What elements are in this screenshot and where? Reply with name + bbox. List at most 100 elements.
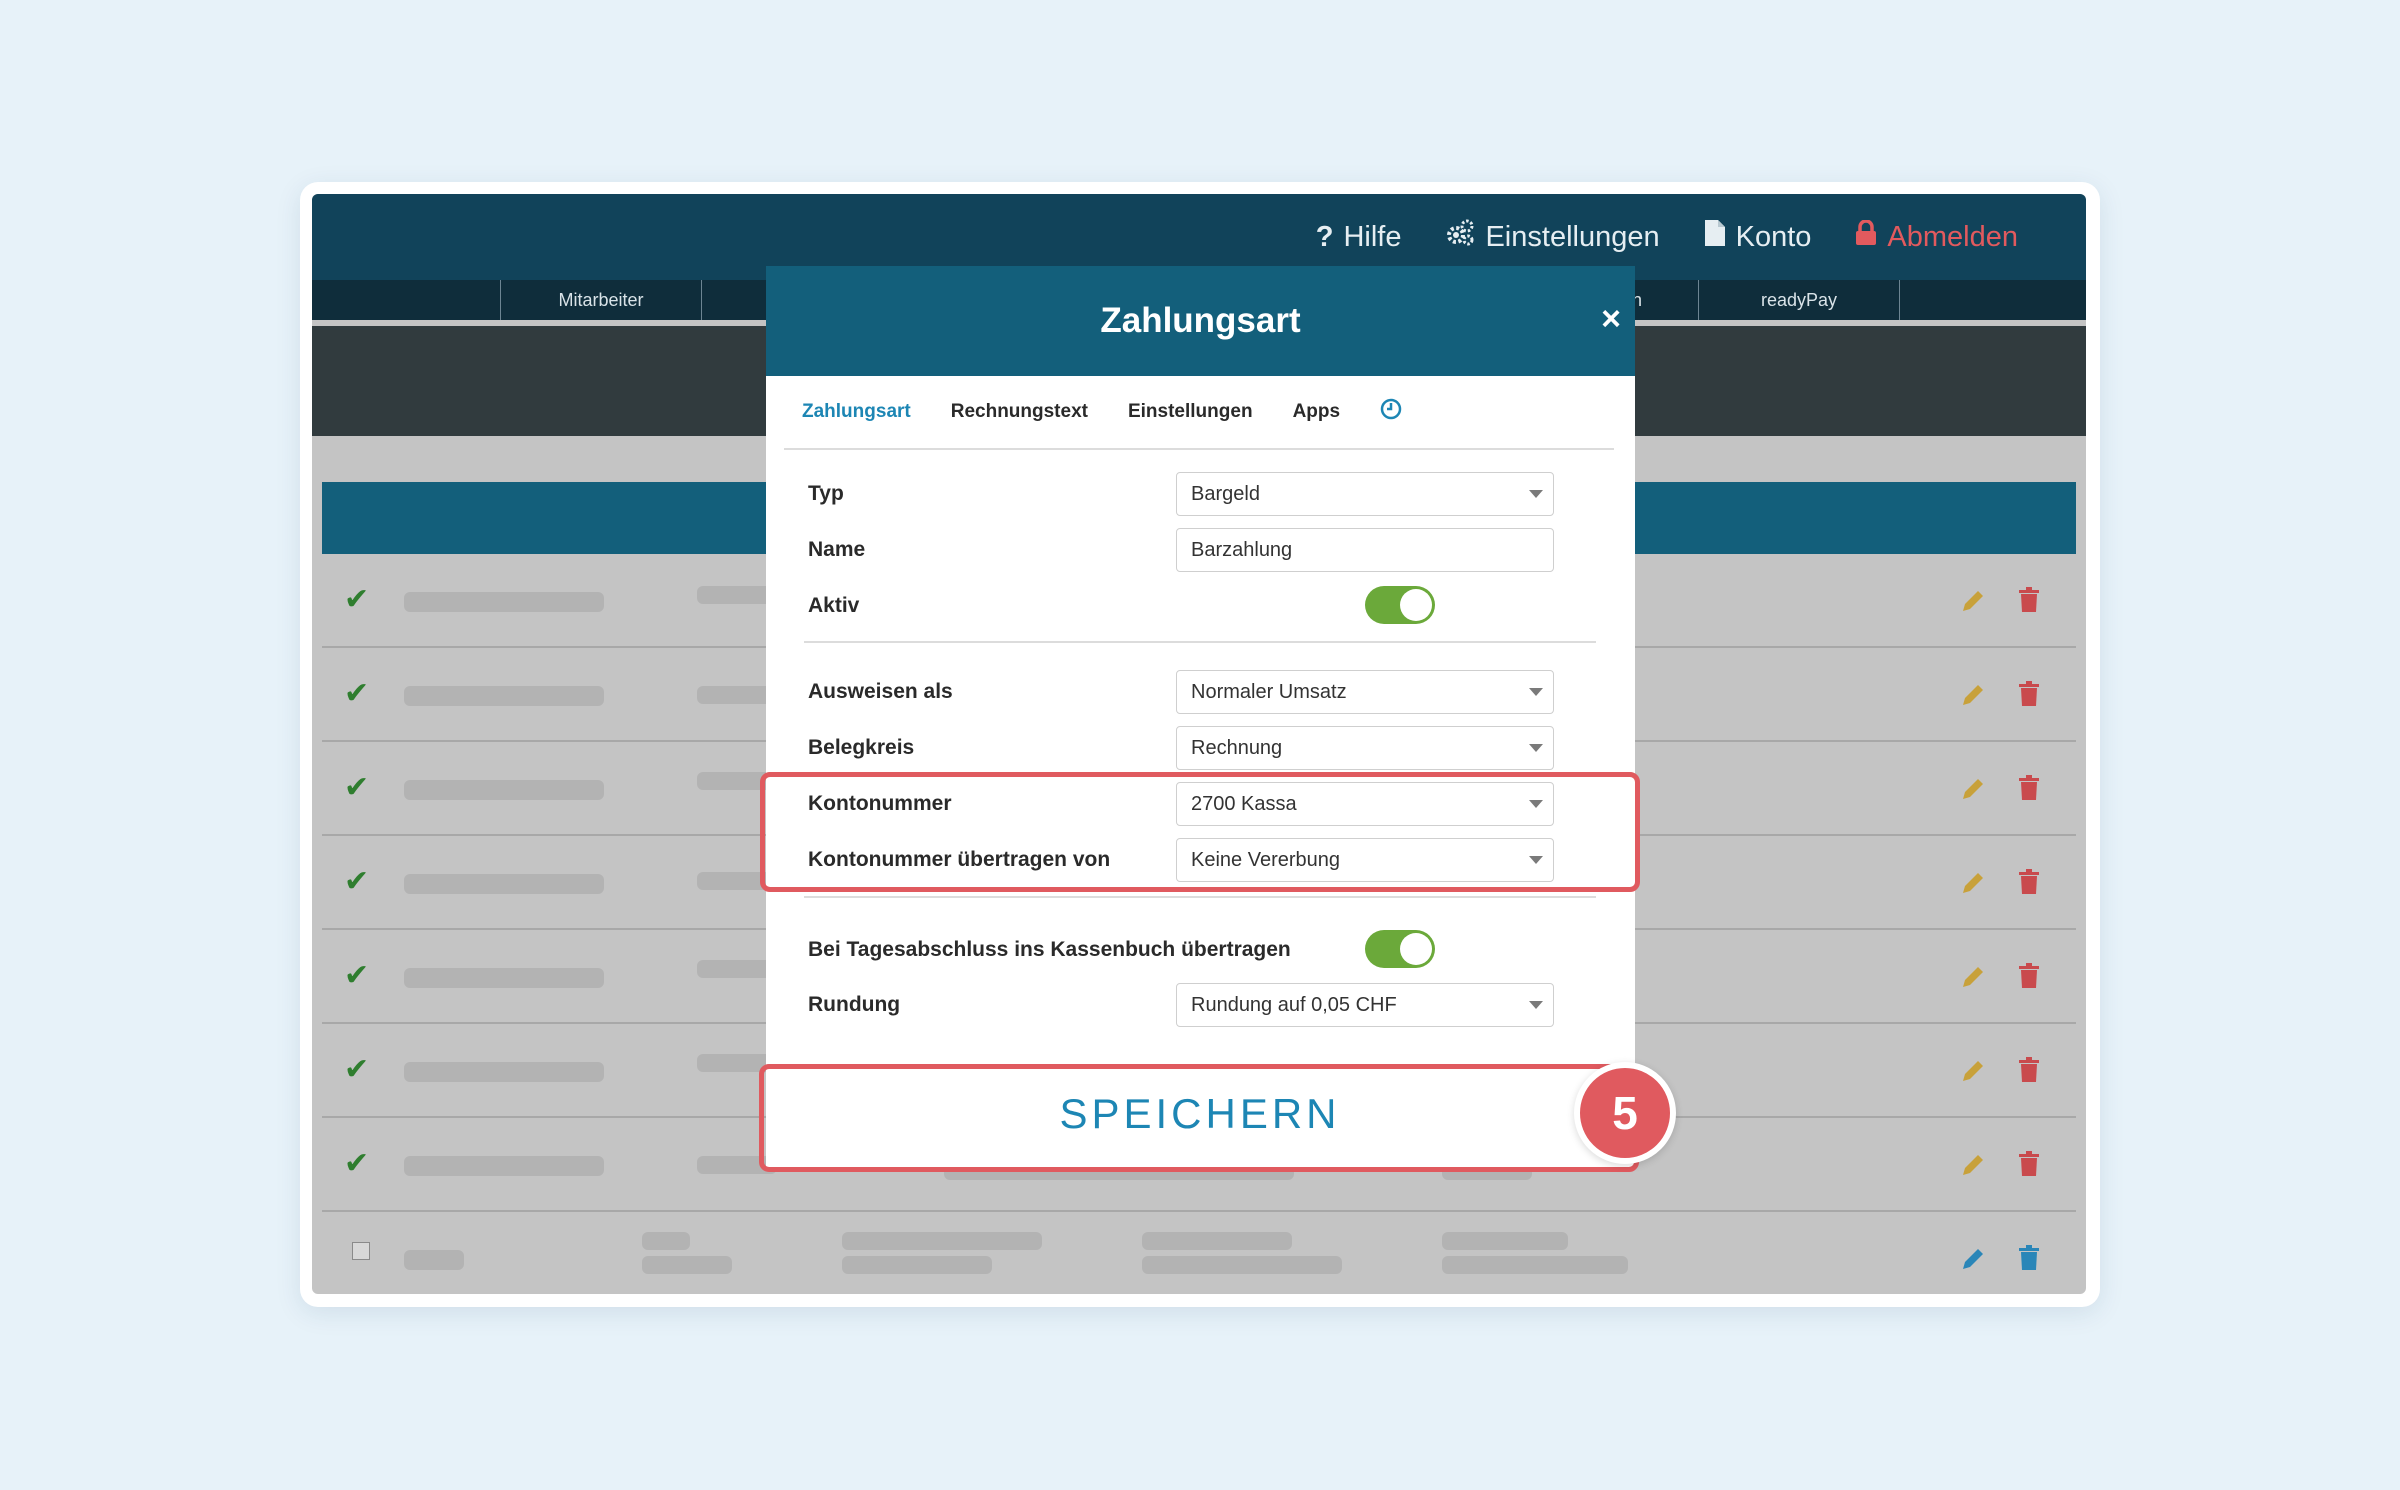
- chevron-down-icon: [1529, 744, 1543, 752]
- check-icon: ✔: [344, 959, 370, 992]
- field-rundung: Rundung Rundung auf 0,05 CHF: [808, 983, 1558, 1027]
- placeholder-text: [697, 960, 777, 978]
- name-input[interactable]: Barzahlung: [1176, 528, 1554, 572]
- step-badge: 5: [1574, 1062, 1676, 1164]
- pencil-icon[interactable]: [1960, 870, 1986, 896]
- pencil-icon[interactable]: [1960, 682, 1986, 708]
- trash-icon[interactable]: [2018, 587, 2040, 613]
- placeholder-text: [1442, 1256, 1628, 1274]
- rundung-label: Rundung: [808, 993, 901, 1016]
- pencil-icon[interactable]: [1960, 588, 1986, 614]
- dialog-header: Zahlungsart ×: [766, 266, 1635, 376]
- dialog-tabs: Zahlungsart Rechnungstext Einstellungen …: [784, 376, 1614, 450]
- belegkreis-value: Rechnung: [1191, 737, 1283, 759]
- placeholder-text: [404, 592, 604, 612]
- nav-settings-label: Einstellungen: [1485, 220, 1660, 253]
- chevron-down-icon: [1529, 688, 1543, 696]
- document-icon: [1704, 219, 1726, 255]
- rundung-value: Rundung auf 0,05 CHF: [1191, 994, 1397, 1016]
- ausweisen-select[interactable]: Normaler Umsatz: [1176, 670, 1554, 714]
- toggle-knob: [1400, 589, 1432, 621]
- nav-account-label: Konto: [1735, 220, 1812, 253]
- check-icon: ✔: [344, 677, 370, 710]
- check-icon: ✔: [344, 865, 370, 898]
- nav-account[interactable]: Konto: [1704, 219, 1812, 255]
- lock-icon: [1855, 219, 1877, 254]
- table-row[interactable]: [322, 1212, 2076, 1294]
- placeholder-text: [404, 1062, 604, 1082]
- nav-help[interactable]: ? Hilfe: [1316, 221, 1402, 254]
- aktiv-toggle[interactable]: [1365, 586, 1435, 624]
- placeholder-text: [1142, 1232, 1292, 1250]
- pencil-icon[interactable]: [1960, 1058, 1986, 1084]
- nav-settings[interactable]: Einstellungen: [1445, 218, 1660, 256]
- tab-zahlungsart[interactable]: Zahlungsart: [802, 401, 911, 423]
- placeholder-text: [404, 874, 604, 894]
- payment-type-dialog: Zahlungsart × Zahlungsart Rechnungstext …: [766, 266, 1635, 1166]
- trash-icon[interactable]: [2018, 1151, 2040, 1177]
- highlight-save-button: [759, 1064, 1639, 1172]
- divider: [804, 896, 1596, 898]
- belegkreis-select[interactable]: Rechnung: [1176, 726, 1554, 770]
- placeholder-text: [1142, 1256, 1342, 1274]
- field-ausweisen: Ausweisen als Normaler Umsatz: [808, 670, 1558, 714]
- typ-select[interactable]: Bargeld: [1176, 472, 1554, 516]
- trash-icon[interactable]: [2018, 681, 2040, 707]
- dialog-title: Zahlungsart: [1100, 301, 1301, 340]
- placeholder-text: [1442, 1232, 1568, 1250]
- name-label: Name: [808, 538, 866, 561]
- menu-tab-employees[interactable]: Mitarbeiter: [500, 280, 702, 320]
- field-belegkreis: Belegkreis Rechnung: [808, 726, 1558, 770]
- typ-value: Bargeld: [1191, 483, 1260, 505]
- chevron-down-icon: [1529, 1001, 1543, 1009]
- rundung-select[interactable]: Rundung auf 0,05 CHF: [1176, 983, 1554, 1027]
- field-aktiv: Aktiv: [808, 584, 1558, 628]
- row-checkbox[interactable]: [352, 1242, 370, 1260]
- placeholder-text: [697, 686, 777, 704]
- ausweisen-label: Ausweisen als: [808, 680, 953, 703]
- clock-icon[interactable]: [1380, 398, 1402, 426]
- kassenbuch-toggle[interactable]: [1365, 930, 1435, 968]
- tab-apps[interactable]: Apps: [1293, 401, 1341, 423]
- placeholder-text: [642, 1256, 732, 1274]
- tab-rechnungstext[interactable]: Rechnungstext: [951, 401, 1088, 423]
- placeholder-text: [642, 1232, 690, 1250]
- trash-icon[interactable]: [2018, 1057, 2040, 1083]
- close-icon[interactable]: ×: [1601, 300, 1621, 339]
- kassenbuch-label: Bei Tagesabschluss ins Kassenbuch übertr…: [808, 938, 1291, 961]
- placeholder-text: [842, 1256, 992, 1274]
- typ-label: Typ: [808, 482, 844, 505]
- pencil-icon[interactable]: [1960, 1152, 1986, 1178]
- pencil-icon[interactable]: [1960, 1246, 1986, 1272]
- highlight-account-fields: [760, 772, 1640, 892]
- nav-logout-label: Abmelden: [1887, 220, 2018, 253]
- tab-einstellungen[interactable]: Einstellungen: [1128, 401, 1253, 423]
- menu-tab-readypay[interactable]: readyPay: [1698, 280, 1900, 320]
- trash-icon[interactable]: [2018, 1245, 2040, 1271]
- field-kassenbuch: Bei Tagesabschluss ins Kassenbuch übertr…: [808, 928, 1558, 972]
- check-icon: ✔: [344, 1053, 370, 1086]
- check-icon: ✔: [344, 771, 370, 804]
- placeholder-text: [404, 1156, 604, 1176]
- ausweisen-value: Normaler Umsatz: [1191, 681, 1347, 703]
- belegkreis-label: Belegkreis: [808, 736, 915, 759]
- placeholder-text: [404, 780, 604, 800]
- trash-icon[interactable]: [2018, 963, 2040, 989]
- field-name: Name Barzahlung: [808, 528, 1558, 572]
- placeholder-text: [404, 686, 604, 706]
- toggle-knob: [1400, 933, 1432, 965]
- trash-icon[interactable]: [2018, 869, 2040, 895]
- placeholder-text: [404, 968, 604, 988]
- question-icon: ?: [1315, 220, 1334, 253]
- name-value: Barzahlung: [1191, 539, 1293, 561]
- field-typ: Typ Bargeld: [808, 472, 1558, 516]
- check-icon: ✔: [344, 583, 370, 616]
- placeholder-text: [697, 586, 777, 604]
- nav-logout[interactable]: Abmelden: [1855, 219, 2018, 254]
- pencil-icon[interactable]: [1960, 776, 1986, 802]
- pencil-icon[interactable]: [1960, 964, 1986, 990]
- divider: [804, 641, 1596, 643]
- trash-icon[interactable]: [2018, 775, 2040, 801]
- placeholder-text: [404, 1250, 464, 1270]
- chevron-down-icon: [1529, 490, 1543, 498]
